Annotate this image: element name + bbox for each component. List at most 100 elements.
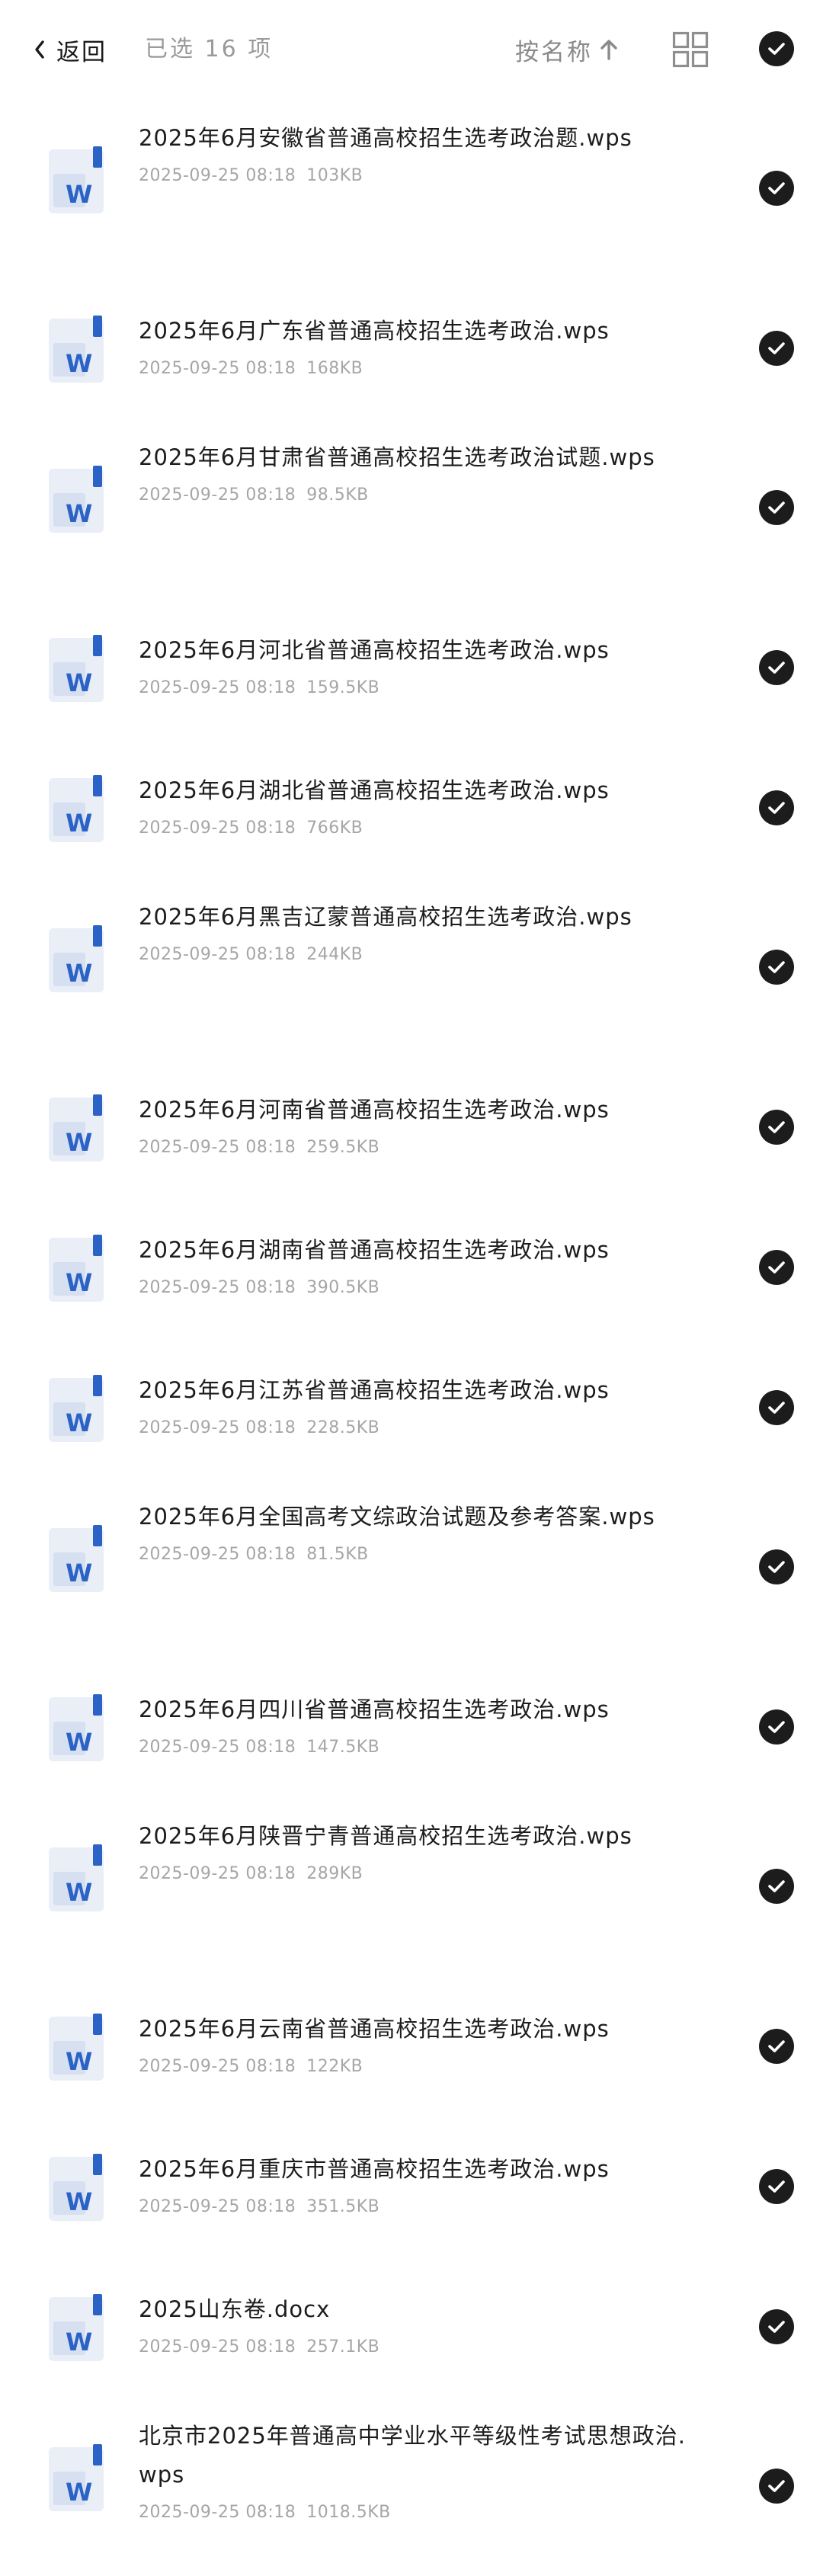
check-icon bbox=[768, 802, 785, 814]
file-date: 2025-09-25 08:18 bbox=[139, 819, 296, 838]
file-row[interactable]: W 2025年6月黑吉辽蒙普通高校招生选考政治.wps 2025-09-25 0… bbox=[0, 878, 823, 1057]
word-doc-icon: W bbox=[46, 314, 110, 386]
row-checkbox[interactable] bbox=[759, 650, 794, 685]
check-icon bbox=[768, 342, 785, 354]
word-doc-icon: W bbox=[46, 1093, 110, 1165]
row-checkbox[interactable] bbox=[759, 1390, 794, 1425]
check-icon bbox=[768, 43, 785, 55]
check-icon bbox=[768, 1261, 785, 1274]
svg-text:W: W bbox=[66, 1878, 92, 1907]
file-row[interactable]: W 2025年6月全国高考文综政治试题及参考答案.wps 2025-09-25 … bbox=[0, 1478, 823, 1657]
svg-text:W: W bbox=[66, 2478, 92, 2507]
file-row[interactable]: W 2025年6月广东省普通高校招生选考政治.wps 2025-09-25 08… bbox=[0, 278, 823, 418]
file-row[interactable]: W 2025年6月湖南省普通高校招生选考政治.wps 2025-09-25 08… bbox=[0, 1197, 823, 1338]
file-date: 2025-09-25 08:18 bbox=[139, 2197, 296, 2216]
file-size: 228.5KB bbox=[306, 1418, 380, 1437]
back-button[interactable]: 返回 bbox=[34, 30, 107, 69]
top-bar: 返回 已选 16 项 按名称 bbox=[0, 0, 823, 99]
check-icon bbox=[768, 1561, 785, 1573]
file-row[interactable]: W 2025年6月云南省普通高校招生选考政治.wps 2025-09-25 08… bbox=[0, 1976, 823, 2116]
svg-text:W: W bbox=[66, 180, 92, 209]
file-name: 2025年6月河南省普通高校招生选考政治.wps bbox=[139, 1097, 610, 1123]
check-icon bbox=[768, 2480, 785, 2492]
row-checkbox[interactable] bbox=[759, 950, 794, 985]
check-icon bbox=[768, 961, 785, 973]
svg-text:W: W bbox=[66, 809, 92, 838]
file-name: 2025年6月全国高考文综政治试题及参考答案.wps bbox=[139, 1504, 655, 1530]
back-label: 返回 bbox=[56, 38, 107, 66]
check-icon bbox=[768, 662, 785, 674]
file-row[interactable]: W 2025年6月江苏省普通高校招生选考政治.wps 2025-09-25 08… bbox=[0, 1338, 823, 1478]
file-name: 2025年6月重庆市普通高校招生选考政治.wps bbox=[139, 2156, 610, 2182]
file-row[interactable]: W 2025年6月陕晋宁青普通高校招生选考政治.wps 2025-09-25 0… bbox=[0, 1797, 823, 1976]
row-checkbox[interactable] bbox=[759, 790, 794, 825]
file-row[interactable]: W 2025年6月湖北省普通高校招生选考政治.wps 2025-09-25 08… bbox=[0, 738, 823, 878]
svg-text:W: W bbox=[66, 668, 92, 697]
file-meta: 2025-09-25 08:18 81.5KB bbox=[139, 1543, 703, 1567]
file-size: 257.1KB bbox=[306, 2337, 380, 2357]
file-name: 2025年6月安徽省普通高校招生选考政治题.wps bbox=[139, 125, 632, 151]
arrow-up-icon bbox=[600, 40, 617, 60]
file-row[interactable]: W 2025年6月四川省普通高校招生选考政治.wps 2025-09-25 08… bbox=[0, 1657, 823, 1797]
check-icon bbox=[768, 1880, 785, 1892]
file-meta: 2025-09-25 08:18 168KB bbox=[139, 357, 703, 381]
row-checkbox[interactable] bbox=[759, 1869, 794, 1904]
check-icon bbox=[768, 1402, 785, 1414]
row-checkbox[interactable] bbox=[759, 2469, 794, 2504]
word-doc-icon: W bbox=[46, 2152, 110, 2224]
file-size: 390.5KB bbox=[306, 1278, 380, 1297]
file-date: 2025-09-25 08:18 bbox=[139, 1545, 296, 1564]
file-size: 259.5KB bbox=[306, 1138, 380, 1157]
row-checkbox[interactable] bbox=[759, 2169, 794, 2204]
sort-button[interactable]: 按名称 bbox=[515, 30, 619, 69]
file-name: 2025年6月湖南省普通高校招生选考政治.wps bbox=[139, 1237, 610, 1263]
file-date: 2025-09-25 08:18 bbox=[139, 359, 296, 378]
file-name: 2025年6月湖北省普通高校招生选考政治.wps bbox=[139, 777, 610, 803]
word-doc-icon: W bbox=[46, 1843, 110, 1914]
check-icon bbox=[768, 182, 785, 194]
file-meta: 2025-09-25 08:18 122KB bbox=[139, 2055, 703, 2079]
file-row[interactable]: W 北京市2025年普通高中学业水平等级性考试思想政治.wps 2025-09-… bbox=[0, 2397, 823, 2576]
grid-view-button[interactable] bbox=[672, 31, 709, 68]
row-checkbox[interactable] bbox=[759, 490, 794, 525]
file-row[interactable]: W 2025年6月河北省普通高校招生选考政治.wps 2025-09-25 08… bbox=[0, 598, 823, 738]
word-doc-icon: W bbox=[46, 145, 110, 216]
file-row[interactable]: W 2025年6月甘肃省普通高校招生选考政治试题.wps 2025-09-25 … bbox=[0, 418, 823, 598]
check-icon bbox=[768, 2321, 785, 2333]
file-row[interactable]: W 2025山东卷.docx 2025-09-25 08:18 257.1KB bbox=[0, 2257, 823, 2397]
file-name: 2025年6月广东省普通高校招生选考政治.wps bbox=[139, 318, 610, 344]
file-date: 2025-09-25 08:18 bbox=[139, 2057, 296, 2076]
word-doc-icon: W bbox=[46, 464, 110, 536]
file-size: 168KB bbox=[306, 359, 363, 378]
svg-text:W: W bbox=[66, 1559, 92, 1588]
row-checkbox[interactable] bbox=[759, 1110, 794, 1145]
word-doc-icon: W bbox=[46, 1373, 110, 1445]
row-checkbox[interactable] bbox=[759, 2029, 794, 2064]
row-checkbox[interactable] bbox=[759, 171, 794, 206]
file-name: 2025年6月河北省普通高校招生选考政治.wps bbox=[139, 637, 610, 663]
file-row[interactable]: W 2025年6月河南省普通高校招生选考政治.wps 2025-09-25 08… bbox=[0, 1057, 823, 1197]
svg-text:W: W bbox=[66, 1268, 92, 1297]
row-checkbox[interactable] bbox=[759, 2309, 794, 2344]
select-all-checkbox[interactable] bbox=[759, 31, 794, 66]
file-meta: 2025-09-25 08:18 351.5KB bbox=[139, 2195, 703, 2219]
row-checkbox[interactable] bbox=[759, 1709, 794, 1745]
svg-text:W: W bbox=[66, 2187, 92, 2216]
file-size: 244KB bbox=[306, 945, 363, 964]
sort-label: 按名称 bbox=[515, 38, 593, 66]
file-name: 2025年6月四川省普通高校招生选考政治.wps bbox=[139, 1697, 610, 1722]
file-meta: 2025-09-25 08:18 244KB bbox=[139, 943, 703, 967]
file-name: 2025年6月甘肃省普通高校招生选考政治试题.wps bbox=[139, 444, 655, 470]
svg-text:W: W bbox=[66, 499, 92, 528]
row-checkbox[interactable] bbox=[759, 1549, 794, 1584]
file-name: 2025山东卷.docx bbox=[139, 2296, 331, 2322]
file-meta: 2025-09-25 08:18 257.1KB bbox=[139, 2335, 703, 2360]
file-size: 159.5KB bbox=[306, 678, 380, 697]
row-checkbox[interactable] bbox=[759, 331, 794, 366]
file-meta: 2025-09-25 08:18 259.5KB bbox=[139, 1136, 703, 1160]
file-date: 2025-09-25 08:18 bbox=[139, 1738, 296, 1757]
file-row[interactable]: W 2025年6月安徽省普通高校招生选考政治题.wps 2025-09-25 0… bbox=[0, 99, 823, 278]
file-meta: 2025-09-25 08:18 289KB bbox=[139, 1862, 703, 1886]
row-checkbox[interactable] bbox=[759, 1250, 794, 1285]
file-row[interactable]: W 2025年6月重庆市普通高校招生选考政治.wps 2025-09-25 08… bbox=[0, 2116, 823, 2257]
